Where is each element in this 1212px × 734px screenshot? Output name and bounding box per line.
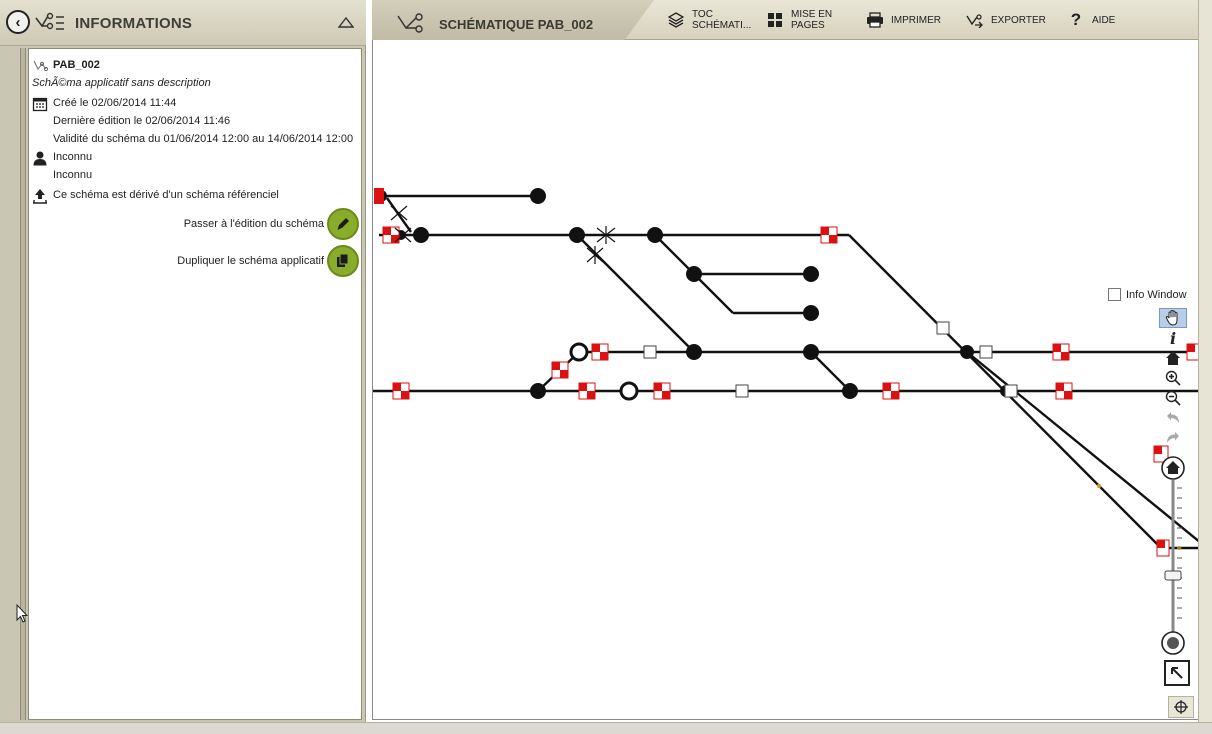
map-tools: i <box>1158 308 1188 450</box>
schema-tree-icon <box>397 13 423 33</box>
mouse-cursor-icon <box>16 604 28 623</box>
export-button[interactable]: EXPORTER <box>965 0 1046 40</box>
locate-icon[interactable] <box>1168 696 1194 718</box>
redo-icon[interactable] <box>1159 428 1187 448</box>
collapse-icon[interactable] <box>338 15 354 29</box>
toc-label-1: TOC <box>692 9 713 20</box>
window-bottom-edge <box>0 722 1212 734</box>
export-label: EXPORTER <box>991 14 1046 26</box>
fullscreen-icon[interactable] <box>1164 660 1190 686</box>
panel-title: INFORMATIONS <box>75 15 193 32</box>
grid-icon <box>765 10 785 30</box>
info-icon[interactable]: i <box>1159 328 1187 348</box>
info-panel-header: ‹ INFORMATIONS <box>0 0 366 46</box>
zoom-out-icon[interactable] <box>1159 388 1187 408</box>
copy-icon <box>337 253 349 267</box>
track-nodes <box>375 188 1012 399</box>
info-window-label: Info Window <box>1126 288 1187 301</box>
zoom-in-icon[interactable] <box>1159 368 1187 388</box>
schema-name-row: PAB_002 <box>29 57 361 73</box>
back-arrow-icon[interactable]: ‹ <box>6 10 30 34</box>
editor-row: Inconnu <box>29 167 361 183</box>
undo-icon[interactable] <box>1159 408 1187 428</box>
layers-icon <box>666 10 686 30</box>
last-edit-row: Dernière édition le 02/06/2014 11:46 <box>29 113 361 129</box>
duplicate-schema-action[interactable]: Dupliquer le schéma applicatif <box>177 245 359 277</box>
validity-period: Validité du schéma du 01/06/2014 12:00 a… <box>53 133 354 145</box>
info-window-checkbox[interactable] <box>1108 288 1121 301</box>
author-row: Inconnu <box>29 149 361 166</box>
user-icon <box>33 151 47 166</box>
info-panel-body: PAB_002 SchÃ©ma applicatif sans descript… <box>28 48 362 720</box>
layout-label-2: PAGES <box>791 20 825 31</box>
schema-small-icon <box>33 60 48 72</box>
export-icon <box>965 10 985 30</box>
pan-hand-icon[interactable] <box>1159 308 1187 328</box>
printer-icon <box>865 10 885 30</box>
calendar-icon <box>32 97 48 112</box>
editor-name: Inconnu <box>53 169 93 181</box>
schematic-map[interactable] <box>372 40 1200 720</box>
created-row: Créé le 02/06/2014 11:44 <box>29 95 361 112</box>
print-button[interactable]: IMPRIMER <box>865 0 941 40</box>
schema-description: SchÃ©ma applicatif sans description <box>32 77 211 89</box>
globe-icon <box>1167 637 1179 649</box>
track-lines <box>373 194 1200 550</box>
schema-name: PAB_002 <box>53 59 100 71</box>
railway-schematic[interactable] <box>373 40 1200 720</box>
schema-tree-icon <box>35 12 64 30</box>
print-label: IMPRIMER <box>891 14 941 26</box>
window-right-edge <box>1198 0 1212 734</box>
help-icon: ? <box>1070 10 1082 29</box>
top-toolbar: SCHÉMATIQUE PAB_002 TOC SCHÉMATI... MISE… <box>372 0 1200 46</box>
info-window-toggle[interactable]: Info Window <box>1108 288 1187 301</box>
last-edit-date: Dernière édition le 02/06/2014 11:46 <box>53 115 231 127</box>
home-shape-icon[interactable] <box>1159 348 1187 368</box>
author-name: Inconnu <box>53 151 93 163</box>
duplicate-schema-label[interactable]: Dupliquer le schéma applicatif <box>177 255 324 267</box>
edit-schema-button[interactable] <box>327 208 359 240</box>
created-date: Créé le 02/06/2014 11:44 <box>53 97 177 109</box>
derived-row: Ce schéma est dérivé d'un schéma référen… <box>29 187 361 204</box>
info-panel: ‹ INFORMATIONS PAB_002 SchÃ©ma applicati… <box>0 0 366 722</box>
signals <box>374 188 1200 557</box>
toc-label-2: SCHÉMATI... <box>692 20 752 31</box>
pencil-icon <box>337 218 349 230</box>
layout-label-1: MISE EN <box>791 9 833 20</box>
help-label: AIDE <box>1092 14 1116 26</box>
layout-button[interactable]: MISE EN PAGES <box>765 0 832 40</box>
yellow-point <box>1097 484 1101 488</box>
markers <box>643 321 1018 398</box>
zoom-slider[interactable] <box>1160 456 1186 656</box>
derived-text: Ce schéma est dérivé d'un schéma référen… <box>53 189 279 201</box>
schema-title: SCHÉMATIQUE PAB_002 <box>439 17 594 32</box>
help-button[interactable]: ? AIDE <box>1066 0 1116 40</box>
derived-icon <box>33 189 47 204</box>
validity-row: Validité du schéma du 01/06/2014 12:00 a… <box>29 131 361 147</box>
edit-schema-action[interactable]: Passer à l'édition du schéma <box>184 208 359 240</box>
toc-button[interactable]: TOC SCHÉMATI... <box>666 0 751 40</box>
edit-schema-label[interactable]: Passer à l'édition du schéma <box>184 218 324 230</box>
duplicate-schema-button[interactable] <box>327 245 359 277</box>
